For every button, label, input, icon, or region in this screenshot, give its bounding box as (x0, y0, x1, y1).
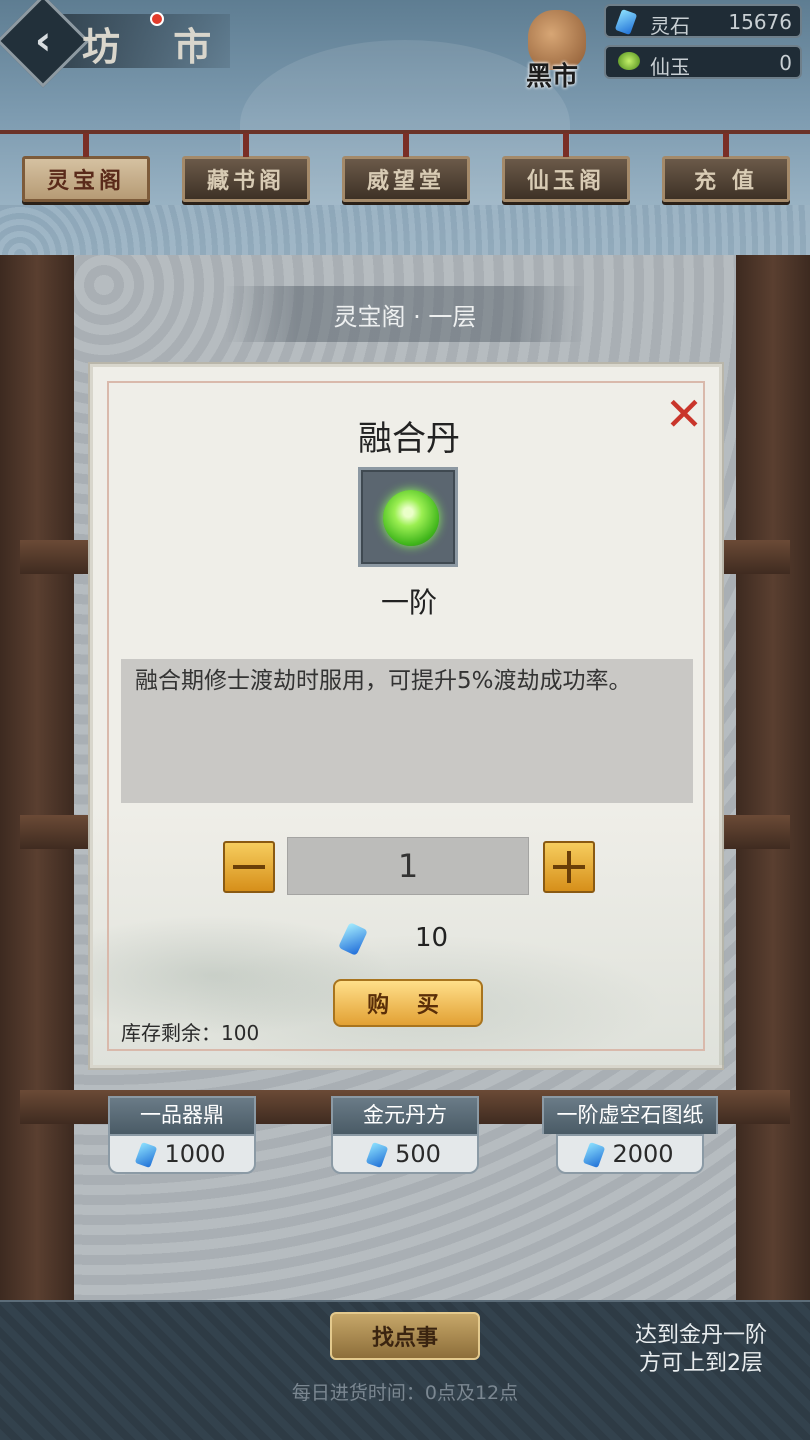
product-price: 1000 (164, 1140, 226, 1168)
total-price: 10 (338, 922, 481, 957)
hanging-hook (563, 133, 569, 157)
jade-icon (618, 52, 640, 72)
spirit-stone-icon (583, 1141, 606, 1169)
purchase-dialog: ✕ 融合丹 一阶 融合期修士渡劫时服用，可提升5%渡劫成功率。 1 10 购 买… (90, 364, 725, 1068)
hanging-hook (83, 133, 89, 157)
product-price: 2000 (612, 1140, 674, 1168)
product-card[interactable]: 一品器鼎 1000 (108, 1082, 256, 1178)
currency-value: 15676 (728, 10, 792, 34)
increase-quantity-button[interactable] (543, 841, 595, 893)
product-name: 金元丹方 (331, 1096, 479, 1134)
item-grade: 一阶 (380, 586, 437, 619)
item-description: 融合期修士渡劫时服用，可提升5%渡劫成功率。 (121, 659, 693, 803)
product-name: 一品器鼎 (108, 1096, 256, 1134)
hanging-hook (723, 133, 729, 157)
tab-label: 藏书阁 (206, 168, 285, 194)
currency-name: 仙玉 (650, 55, 690, 79)
unlock-hint-line: 方可上到2层 (639, 1351, 763, 1376)
spirit-stone-icon (365, 1141, 389, 1169)
currency-value: 0 (779, 51, 792, 75)
shelf-post-left (0, 255, 74, 1300)
green-pill-icon (383, 490, 439, 546)
currency-spirit-stone: 灵石 15676 (604, 4, 802, 38)
product-price-row: 1000 (108, 1134, 256, 1174)
wave-pattern-band (0, 205, 810, 255)
tab-label: 威望堂 (366, 168, 445, 194)
product-card[interactable]: 金元丹方 500 (331, 1082, 479, 1178)
item-icon-frame (358, 467, 458, 567)
shelf-post-right (736, 255, 810, 1300)
currency-name: 灵石 (650, 14, 690, 38)
buy-button[interactable]: 购 买 (333, 979, 483, 1027)
tab-lingbao[interactable]: 灵宝阁 (22, 133, 150, 202)
hanging-hook (243, 133, 249, 157)
chevron-left-icon: ‹ (34, 17, 52, 64)
minus-icon (233, 865, 265, 869)
tab-label: 充 值 (694, 168, 758, 194)
product-price-row: 500 (331, 1134, 479, 1174)
tab-label: 仙玉阁 (526, 168, 605, 194)
notification-dot (150, 12, 164, 26)
product-price-row: 2000 (556, 1134, 704, 1174)
tab-label: 灵宝阁 (46, 168, 125, 194)
hanging-hook (403, 133, 409, 157)
black-market-label: 黑市 (526, 62, 579, 92)
tab-weiwang[interactable]: 威望堂 (342, 133, 470, 202)
product-name: 一阶虚空石图纸 (542, 1096, 718, 1134)
product-price: 500 (395, 1140, 441, 1168)
price-value: 10 (415, 923, 449, 953)
restock-time-text: 每日进货时间：0点及12点 (291, 1382, 519, 1404)
tab-recharge[interactable]: 充 值 (662, 133, 790, 202)
errand-button[interactable]: 找点事 (330, 1312, 480, 1360)
spirit-stone-icon (614, 8, 638, 36)
spirit-stone-icon (135, 1141, 158, 1169)
floor-title: 灵宝阁 · 一层 (225, 286, 585, 342)
tab-xianyu[interactable]: 仙玉阁 (502, 133, 630, 202)
currency-jade: 仙玉 0 (604, 45, 802, 79)
plus-icon-vertical (567, 851, 571, 883)
decrease-quantity-button[interactable] (223, 841, 275, 893)
item-name: 融合丹 (358, 419, 460, 459)
unlock-hint-line: 达到金丹一阶 (634, 1323, 767, 1348)
spirit-stone-icon (338, 922, 368, 956)
quantity-field[interactable]: 1 (287, 837, 529, 895)
unlock-hint: 达到金丹一阶 方可上到2层 (616, 1322, 786, 1378)
tab-cangshu[interactable]: 藏书阁 (182, 133, 310, 202)
black-market-button[interactable]: 黑市 (522, 8, 596, 92)
stock-remaining: 库存剩余：100 (121, 1021, 260, 1045)
product-card[interactable]: 一阶虚空石图纸 2000 (542, 1082, 718, 1178)
